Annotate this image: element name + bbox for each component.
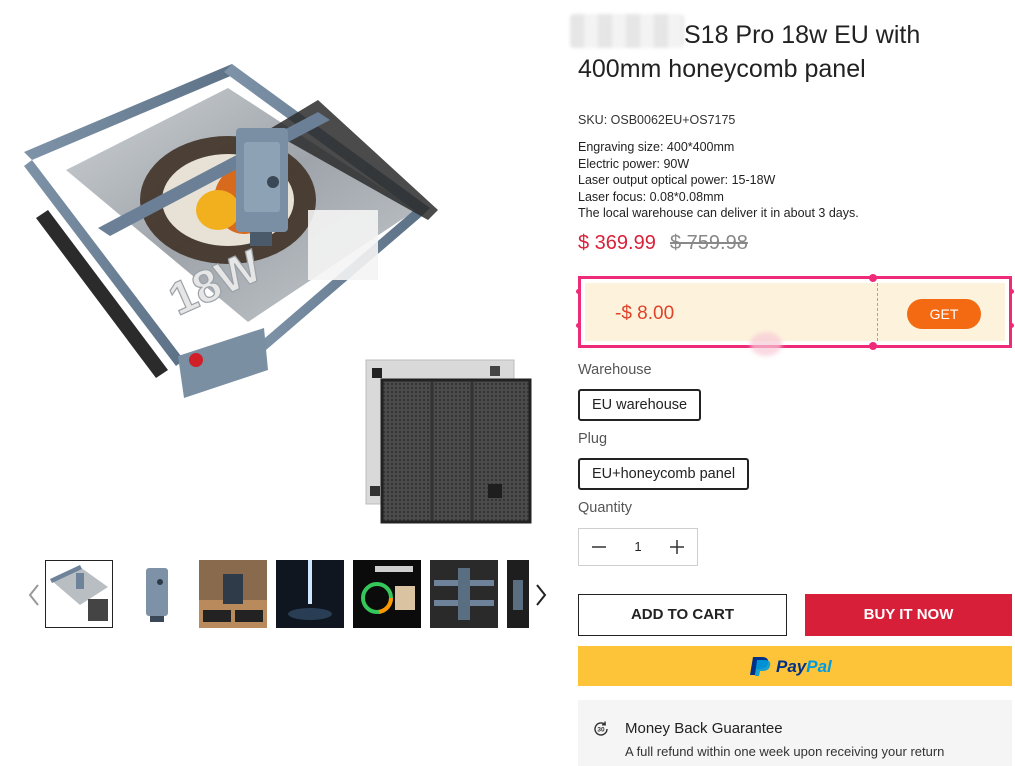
spec-engraving-size: Engraving size: 400*400mm	[578, 140, 735, 154]
spec-laser-focus: Laser focus: 0.08*0.08mm	[578, 189, 724, 204]
buy-it-now-button[interactable]: BUY IT NOW	[805, 594, 1012, 636]
warehouse-option-eu[interactable]: EU warehouse	[578, 389, 702, 421]
coupon-decoration	[750, 332, 782, 356]
coupon-edge-dot	[576, 289, 581, 294]
coupon-amount: -$ 8.00	[615, 303, 675, 324]
thumbnail-30000-hours[interactable]	[353, 560, 421, 628]
quantity-stepper: 1	[578, 528, 698, 566]
plug-label: Plug	[578, 431, 608, 447]
chevron-left-icon	[28, 584, 39, 606]
thumbnail-laser-module[interactable]	[122, 560, 190, 628]
coupon-edge-dot	[1009, 289, 1014, 294]
warehouse-label: Warehouse	[578, 362, 652, 378]
quantity-increase-button[interactable]	[667, 537, 687, 557]
paypal-button[interactable]: PayPal	[578, 646, 1012, 686]
price-original: $ 759.98	[670, 232, 748, 254]
product-title: S18 Pro 18w EU with 400mm honeycomb pane…	[578, 21, 921, 83]
add-to-cart-button[interactable]: ADD TO CART	[578, 594, 787, 636]
chevron-right-icon	[536, 584, 547, 606]
coupon-edge-dot	[1009, 323, 1014, 328]
spec-laser-output: Laser output optical power: 15-18W	[578, 173, 776, 188]
honeycomb-panel-image[interactable]	[362, 358, 536, 526]
paypal-wordmark: PayPal	[776, 657, 833, 676]
thumbnail-machine-frame[interactable]	[430, 560, 498, 628]
price-current: $ 369.99	[578, 232, 656, 254]
guarantee-description: A full refund within one week upon recei…	[625, 744, 945, 759]
coupon-divider	[877, 283, 878, 341]
coupon-edge-dot	[576, 323, 581, 328]
product-sku: SKU: OSB0062EU+OS7175	[578, 113, 736, 127]
thumbnail-prev-button[interactable]	[26, 582, 44, 608]
money-back-icon: 30	[594, 721, 608, 736]
paypal-logo-icon: PayPal	[750, 657, 833, 676]
coupon-get-button[interactable]: GET	[907, 299, 981, 329]
product-specs: Engraving size: 400*400mm Electric power…	[578, 139, 859, 222]
coupon-notch-bottom	[869, 342, 877, 350]
coupon-notch-top	[869, 274, 877, 282]
spec-electric-power: Electric power: 90W	[578, 156, 690, 171]
thumbnail-laser-focus[interactable]	[276, 560, 344, 628]
money-back-guarantee-panel: 30 Money Back Guarantee A full refund wi…	[578, 700, 1012, 766]
thumbnail-18w-box[interactable]	[199, 560, 267, 628]
guarantee-title: Money Back Guarantee	[625, 720, 783, 737]
quantity-label: Quantity	[578, 500, 632, 516]
spec-delivery-note: The local warehouse can deliver it in ab…	[578, 206, 859, 221]
plug-option-eu-honeycomb[interactable]: EU+honeycomb panel	[578, 458, 750, 490]
plus-icon	[670, 540, 684, 554]
thumbnail-laser-machine[interactable]	[45, 560, 113, 628]
money-back-icon-text: 30	[597, 727, 605, 734]
coupon-banner: -$ 8.00 GET	[576, 274, 1014, 350]
coupon-body: -$ 8.00 GET	[585, 283, 1005, 341]
thumbnail-next-button[interactable]	[532, 582, 550, 608]
thumbnail-partial[interactable]	[507, 560, 529, 628]
